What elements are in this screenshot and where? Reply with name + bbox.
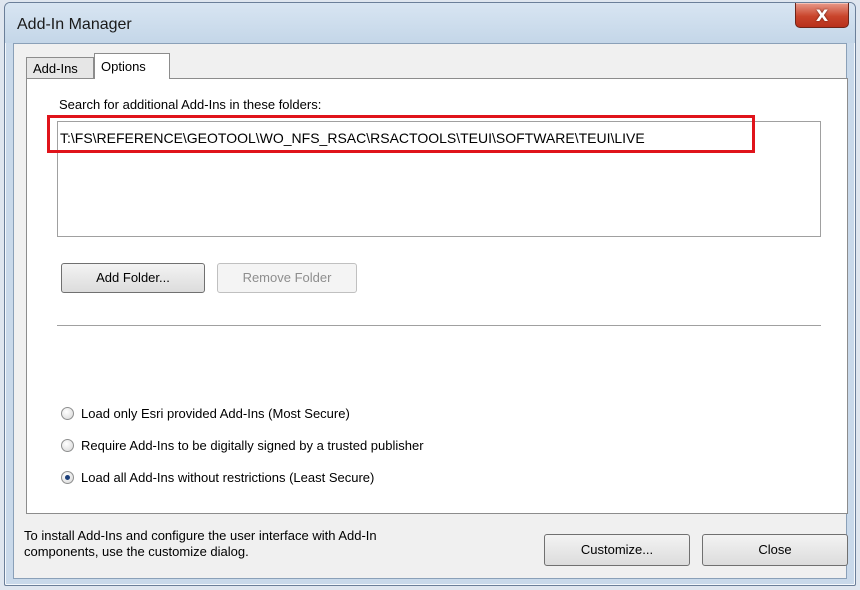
radio-icon[interactable] [61, 438, 74, 452]
tab-add-ins[interactable]: Add-Ins [26, 57, 94, 78]
options-tab-panel: Search for additional Add-Ins in these f… [26, 78, 848, 514]
remove-folder-button[interactable]: Remove Folder [217, 263, 357, 293]
radio-label: Load only Esri provided Add-Ins (Most Se… [81, 405, 350, 421]
dialog-client-area: Add-Ins Options Search for additional Ad… [13, 43, 848, 579]
add-in-manager-window: Add-In Manager X Add-Ins Options Search … [4, 2, 856, 586]
customize-button[interactable]: Customize... [544, 534, 690, 566]
search-folders-label: Search for additional Add-Ins in these f… [59, 97, 322, 112]
annotation-highlight-box [47, 115, 755, 153]
tab-options[interactable]: Options [94, 53, 170, 79]
radio-icon[interactable] [61, 406, 74, 420]
radio-load-all[interactable]: Load all Add-Ins without restrictions (L… [61, 467, 374, 487]
radio-label: Require Add-Ins to be digitally signed b… [81, 437, 424, 453]
title-bar: Add-In Manager X [5, 3, 855, 43]
radio-load-esri-only[interactable]: Load only Esri provided Add-Ins (Most Se… [61, 403, 350, 423]
close-button[interactable]: Close [702, 534, 848, 566]
footer-text-line-1: To install Add-Ins and configure the use… [24, 528, 377, 543]
footer-text-line-2: components, use the customize dialog. [24, 544, 249, 559]
radio-icon-selected[interactable] [61, 470, 74, 484]
radio-require-signed[interactable]: Require Add-Ins to be digitally signed b… [61, 435, 424, 455]
radio-label: Load all Add-Ins without restrictions (L… [81, 469, 375, 485]
separator [57, 325, 821, 327]
footer-help-text: To install Add-Ins and configure the use… [24, 528, 504, 560]
window-close-button[interactable]: X [795, 3, 849, 28]
window-title: Add-In Manager [17, 16, 132, 33]
add-folder-button[interactable]: Add Folder... [61, 263, 205, 293]
close-icon: X [815, 5, 829, 25]
